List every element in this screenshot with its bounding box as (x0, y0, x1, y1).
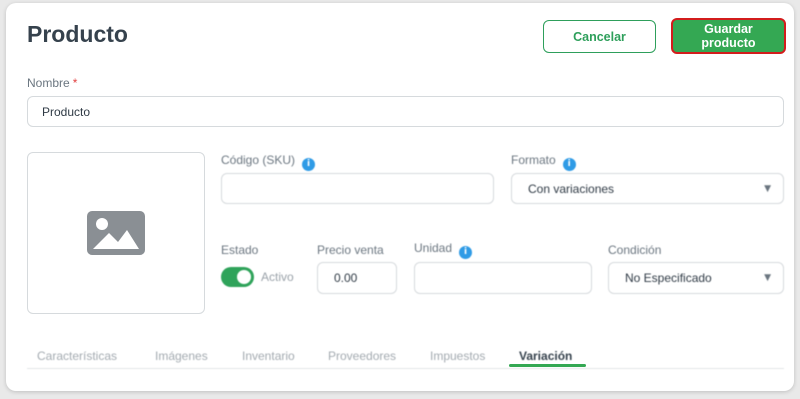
price-input[interactable]: 0.00 (317, 262, 397, 294)
status-toggle-text: Activo (261, 270, 294, 284)
tab-bar: Características Imágenes Inventario Prov… (27, 349, 784, 369)
unit-input[interactable] (414, 262, 592, 294)
chevron-down-icon: ▼ (764, 273, 771, 283)
format-select-value: Con variaciones (528, 181, 615, 196)
price-label: Precio venta (317, 243, 384, 257)
tab-proveedores[interactable]: Proveedores (328, 349, 396, 363)
unit-label: Unidad i (414, 241, 473, 259)
name-input-value: Producto (42, 104, 91, 119)
product-image-dropzone[interactable] (27, 152, 205, 314)
format-label-text: Formato (511, 153, 556, 167)
required-mark: * (72, 76, 78, 90)
condition-select-value: No Especificado (625, 271, 712, 285)
save-product-button[interactable]: Guardar producto (671, 18, 786, 54)
info-icon[interactable]: i (459, 246, 473, 259)
tab-imagenes[interactable]: Imágenes (155, 349, 208, 363)
cancel-button[interactable]: Cancelar (543, 20, 656, 53)
format-select[interactable]: Con variaciones ▼ (511, 173, 784, 204)
name-label: Nombre * (27, 76, 77, 90)
chevron-down-icon: ▼ (764, 183, 771, 194)
tab-caracteristicas[interactable]: Características (37, 349, 117, 363)
status-label: Estado (221, 243, 259, 257)
condition-label: Condición (608, 243, 662, 257)
active-tab-indicator (509, 364, 586, 367)
price-input-value: 0.00 (334, 271, 358, 285)
sku-label: Código (SKU) i (221, 153, 316, 171)
name-input[interactable]: Producto (27, 96, 784, 127)
name-label-text: Nombre (27, 76, 70, 90)
tab-inventario[interactable]: Inventario (242, 349, 295, 363)
page-title: Producto (27, 21, 128, 47)
info-icon[interactable]: i (562, 158, 576, 171)
info-icon[interactable]: i (302, 158, 316, 171)
tab-variacion[interactable]: Variación (519, 349, 572, 363)
image-icon (87, 211, 145, 255)
sku-input[interactable] (221, 173, 494, 204)
tab-impuestos[interactable]: Impuestos (430, 349, 485, 363)
status-toggle[interactable] (221, 267, 254, 287)
unit-label-text: Unidad (414, 241, 453, 255)
condition-select[interactable]: No Especificado ▼ (608, 262, 784, 294)
sku-label-text: Código (SKU) (221, 153, 296, 167)
format-label: Formato i (511, 153, 576, 171)
product-card: Producto Cancelar Guardar producto Nombr… (6, 3, 794, 391)
